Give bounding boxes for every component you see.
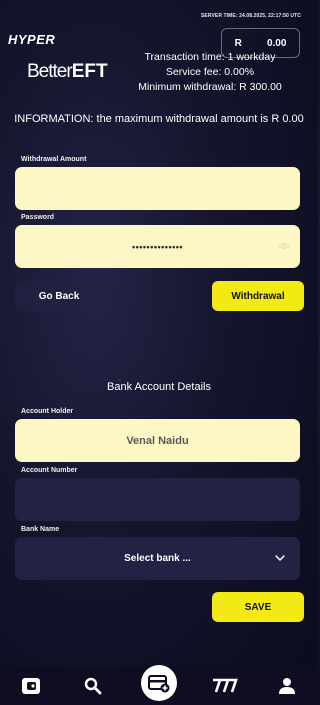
account-number-label: Account Number (21, 467, 78, 474)
account-number-input[interactable] (15, 478, 300, 521)
brand-prefix: Better (27, 61, 73, 82)
bank-select-value: Select bank ... (124, 553, 191, 564)
service-fee: Service fee: 0.00% (165, 66, 255, 78)
server-time: SERVER TIME: 24.08.2025, 22:17:50 UTC (200, 13, 301, 19)
brand-suffix: EFT (71, 61, 108, 82)
withdrawal-screen: SERVER TIME: 24.08.2025, 22:17:50 UTC HY… (0, 0, 318, 705)
bank-select[interactable]: Select bank ... (15, 537, 300, 580)
withdrawal-amount-label: Withdrawal Amount (21, 156, 87, 163)
max-withdrawal-notice: INFORMATION: the maximum withdrawal amou… (14, 113, 304, 125)
cashier-icon (148, 674, 170, 692)
slots-icon (213, 678, 238, 692)
account-number-field-wrap (15, 478, 300, 521)
bottom-nav (0, 664, 318, 705)
provider-info: Transaction time: 1 workday Service fee:… (120, 50, 300, 95)
account-holder-label: Account Holder (21, 408, 74, 415)
site-logo[interactable]: HYPER (8, 32, 55, 47)
transaction-time: Transaction time: 1 workday (144, 51, 276, 63)
search-icon (84, 677, 102, 694)
account-holder-input[interactable] (15, 419, 300, 462)
password-input[interactable] (15, 225, 300, 268)
withdrawal-amount-field-wrap (15, 167, 300, 210)
chevron-down-icon (275, 555, 285, 561)
nav-slots[interactable] (211, 672, 239, 700)
go-back-button[interactable]: Go Back (15, 281, 103, 311)
withdrawal-amount-input[interactable] (15, 167, 300, 210)
nav-cashier[interactable] (141, 664, 177, 701)
minimum-withdrawal: Minimum withdrawal: R 300.00 (138, 81, 282, 93)
bank-name-label: Bank Name (21, 526, 60, 533)
save-button[interactable]: SAVE (212, 592, 304, 622)
bank-details-title: Bank Account Details (107, 381, 211, 393)
withdrawal-button[interactable]: Withdrawal (212, 281, 304, 311)
wallet-icon (22, 677, 40, 694)
eye-icon[interactable] (278, 240, 290, 252)
password-field-wrap (15, 225, 300, 268)
nav-profile[interactable] (273, 672, 301, 700)
nav-search[interactable] (79, 672, 107, 700)
profile-icon (279, 677, 295, 694)
balance-amount: 0.00 (266, 37, 287, 49)
payment-provider-logo: BetterEFT (27, 61, 108, 83)
password-label: Password (21, 214, 55, 221)
account-holder-field-wrap (15, 419, 300, 462)
balance-currency: R (234, 37, 242, 49)
nav-wallet[interactable] (17, 672, 45, 700)
